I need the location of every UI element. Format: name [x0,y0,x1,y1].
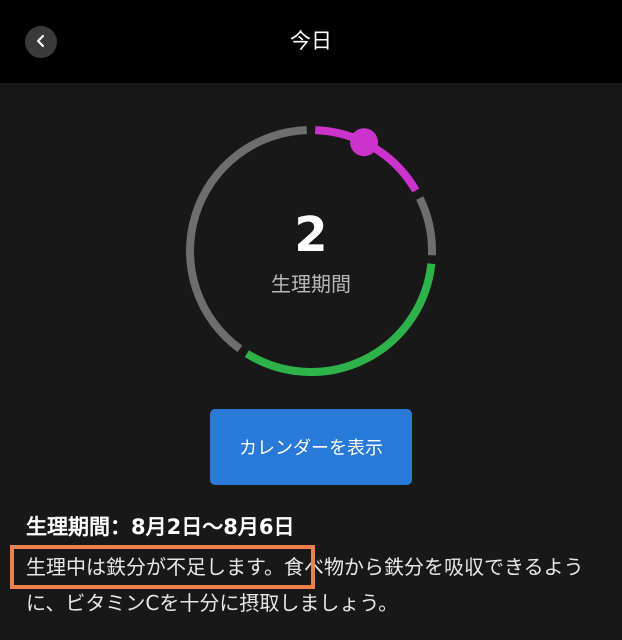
show-calendar-button[interactable]: カレンダーを表示 [210,409,412,485]
page-title: 今日 [290,29,332,53]
chevron-left-icon [34,33,48,52]
cycle-ring: 2 生理期間 [0,83,622,403]
period-dates-heading: 生理期間：8月2日〜8月6日 [26,515,295,539]
cycle-day-number: 2 [294,207,328,263]
neutral-segment-short [416,196,436,256]
highlight-box [10,545,315,589]
app-header: 今日 [0,0,622,83]
current-day-marker [350,128,379,157]
back-button[interactable] [25,26,57,58]
cycle-phase-label: 生理期間 [271,272,351,296]
